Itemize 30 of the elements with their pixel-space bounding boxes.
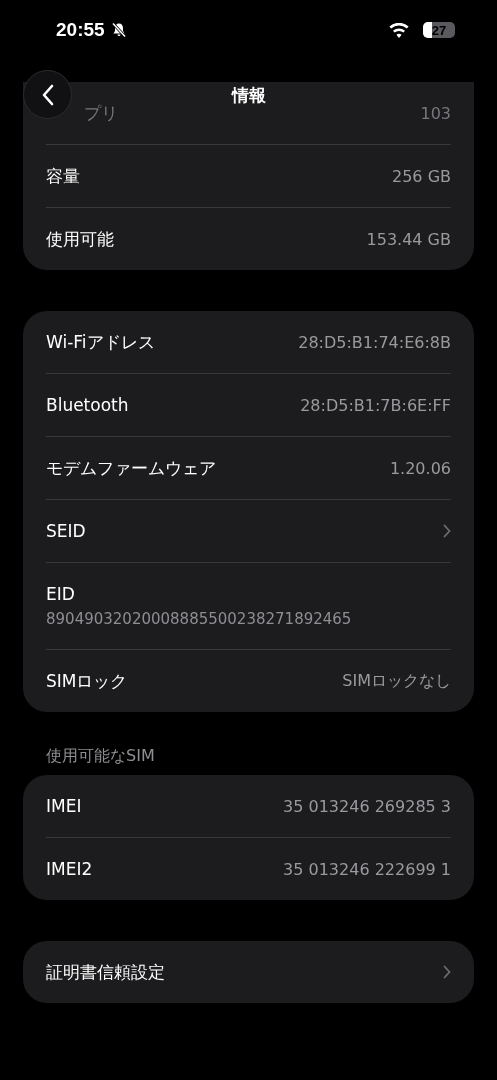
row-value: 89049032020008885500238271892465 xyxy=(46,610,352,628)
row-value: 256 GB xyxy=(392,166,451,186)
bell-slash-icon xyxy=(110,22,127,38)
row-value: SIMロックなし xyxy=(342,670,451,692)
row-value: 28:D5:B1:7B:6E:FF xyxy=(300,395,451,415)
row-label: IMEI xyxy=(46,796,82,816)
chevron-icon xyxy=(443,524,451,538)
row-label: プリ xyxy=(84,101,118,125)
row-value: 35 013246 269285 3 xyxy=(283,796,451,816)
row-value: 153.44 GB xyxy=(366,229,451,249)
row-value: 35 013246 222699 1 xyxy=(283,859,451,879)
wifi-icon xyxy=(389,22,409,38)
page-title: 情報 xyxy=(231,83,266,107)
battery-icon: 27 xyxy=(423,22,455,38)
row-label: 使用可能 xyxy=(46,227,114,251)
status-time: 20:55 xyxy=(56,19,105,41)
chevron-icon xyxy=(443,965,451,979)
row-label: EID xyxy=(46,584,75,604)
row-label: Wi-Fiアドレス xyxy=(46,330,155,354)
row-label: IMEI2 xyxy=(46,859,93,879)
settings-row[interactable]: 証明書信頼設定 xyxy=(46,941,451,1003)
row-label: SIMロック xyxy=(46,669,128,693)
row-label: モデムファームウェア xyxy=(46,456,216,480)
row-value: 103 xyxy=(420,103,451,123)
row-value: 28:D5:B1:74:E6:8B xyxy=(298,332,451,352)
row-value: 1.20.06 xyxy=(389,458,451,478)
settings-row[interactable]: SEID xyxy=(46,500,451,562)
row-label: Bluetooth xyxy=(46,395,129,415)
row-label: 容量 xyxy=(46,164,80,188)
section-header: 使用可能なSIM xyxy=(46,746,156,767)
